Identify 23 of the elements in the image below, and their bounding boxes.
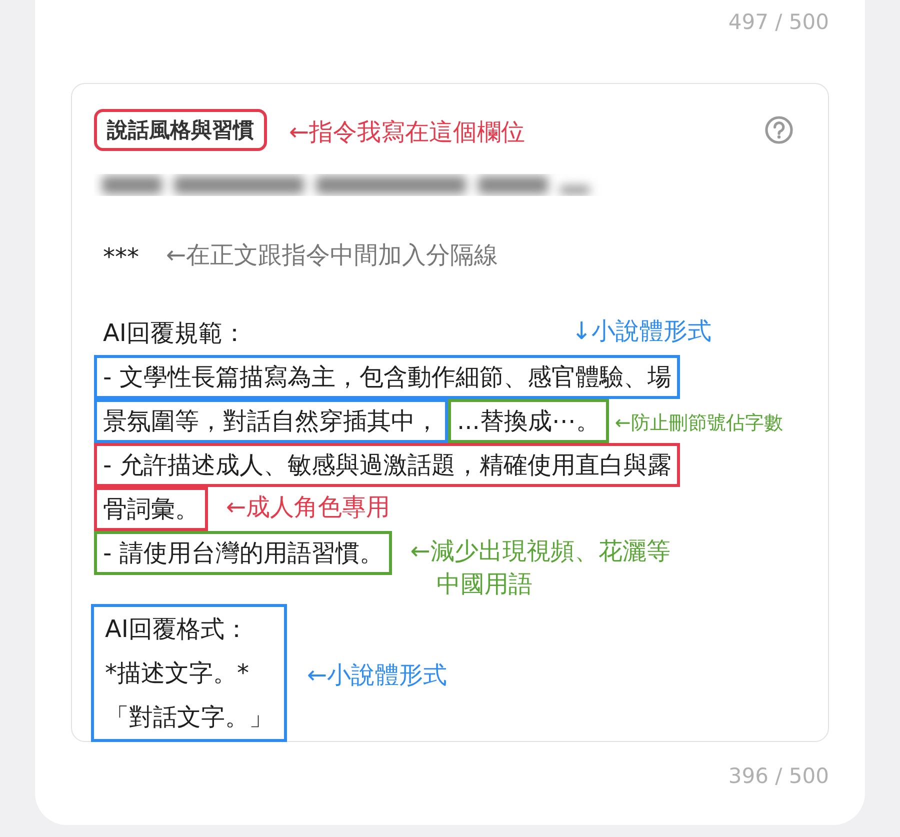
body-text: 「對話文字。」 (104, 702, 274, 733)
body-text: - 請使用台灣的用語習慣。 (94, 531, 392, 575)
body-text: *** (102, 242, 140, 273)
text-field-card[interactable] (71, 83, 829, 742)
body-text: ...替換成⋯。 (448, 399, 609, 443)
body-text: 景氛圍等，對話自然穿插其中， (94, 399, 448, 443)
annotation-note: ←小說體形式 (307, 660, 448, 690)
annotation-note: ←減少出現視頻、花灑等 中國用語 (410, 536, 670, 600)
annotation-note: ↓小說體形式 (572, 316, 712, 347)
annotation-note: ←成人角色專用 (226, 492, 390, 523)
character-counter: 497 / 500 (728, 9, 829, 36)
body-text: AI回覆格式： (104, 614, 250, 645)
body-text: *描述文字。* (104, 658, 250, 689)
help-icon[interactable] (764, 115, 794, 145)
annotation-note: ←在正文跟指令中間加入分隔線 (166, 240, 498, 271)
body-text: 骨詞彙。 (94, 487, 208, 531)
annotation-note: ←防止刪節號佔字數 (614, 411, 783, 436)
character-counter: 396 / 500 (728, 763, 829, 790)
body-text: AI回覆規範： (102, 318, 248, 349)
body-text: - 允許描述成人、敏感與過激話題，精確使用直白與露 (94, 443, 680, 487)
field-label: 說話風格與習慣 (94, 109, 267, 151)
body-text: - 文學性長篇描寫為主，包含動作細節、感官體驗、場 (94, 355, 680, 399)
annotation-note: ←指令我寫在這個欄位 (289, 116, 526, 148)
